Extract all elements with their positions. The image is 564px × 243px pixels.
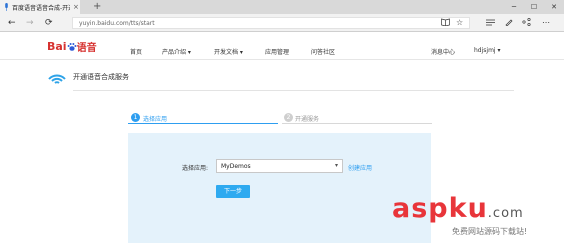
close-window-button[interactable]: ✕ (544, 0, 564, 14)
url-text: yuyin.baidu.com/tts/start (79, 20, 155, 27)
tab-close-icon[interactable]: × (73, 3, 79, 11)
step-2-label: 开通服务 (295, 116, 320, 123)
nav-home[interactable]: 首页 (130, 47, 142, 56)
share-icon[interactable] (522, 18, 531, 26)
reading-view-icon[interactable] (441, 18, 450, 26)
nav-docs[interactable]: 开发文档 ▾ (214, 47, 243, 56)
url-input[interactable]: yuyin.baidu.com/tts/start (72, 17, 470, 29)
favorite-star-icon[interactable]: ☆ (456, 17, 463, 29)
browser-tab-strip: 百度语音语音合成-开通 × + ─ ☐ ✕ (0, 0, 564, 14)
browser-tab[interactable]: 百度语音语音合成-开通 × (0, 0, 80, 14)
next-step-button[interactable]: 下一步 (216, 185, 250, 198)
refresh-button[interactable]: ⟳ (45, 17, 53, 29)
wifi-signal-icon (48, 74, 66, 84)
new-tab-button[interactable]: + (93, 1, 101, 12)
app-select-dropdown[interactable]: MyDemos ▾ (216, 159, 343, 173)
nav-community[interactable]: 问答社区 (311, 47, 335, 56)
step-1-number: 1 (131, 113, 140, 122)
step-2-number: 2 (284, 113, 293, 122)
aspku-watermark: aspku.com (392, 194, 524, 229)
tab-title: 百度语音语音合成-开通 (12, 4, 70, 12)
watermark-dotcom: .com (487, 206, 524, 221)
window-controls: ─ ☐ ✕ (504, 0, 564, 14)
nav-products[interactable]: 产品介绍 ▾ (162, 47, 191, 56)
logo-voice-text: 语音 (76, 43, 97, 54)
notes-icon[interactable] (505, 18, 513, 26)
logo-bai-text: Bai (47, 40, 67, 53)
page-title: 开通语音合成服务 (73, 73, 129, 81)
paw-icon (67, 42, 76, 51)
forward-button[interactable]: → (26, 17, 34, 29)
back-button[interactable]: ← (8, 17, 16, 29)
site-header: Bai 语音 首页 产品介绍 ▾ 开发文档 ▾ 应用管理 问答社区 消息中心 h… (0, 32, 564, 60)
chevron-down-icon: ▾ (334, 162, 338, 169)
hub-icon[interactable] (486, 19, 495, 26)
baidu-voice-logo[interactable]: Bai 语音 (47, 39, 97, 54)
microphone-icon (5, 3, 8, 11)
address-bar: ← → ⟳ yuyin.baidu.com/tts/start ☆ ⋯ (0, 14, 564, 32)
watermark-subtitle: 免费网站源码下载站! (452, 227, 528, 236)
step-2-progress-bar (282, 123, 432, 124)
title-divider (73, 90, 514, 91)
step-1-progress-bar (128, 123, 278, 124)
watermark-main: aspku (392, 193, 488, 224)
maximize-button[interactable]: ☐ (524, 0, 544, 14)
selected-app-value: MyDemos (221, 163, 251, 170)
minimize-button[interactable]: ─ (504, 0, 524, 14)
step-1-label: 选择应用 (143, 116, 168, 123)
nav-app-management[interactable]: 应用管理 (265, 47, 289, 56)
message-center-link[interactable]: 消息中心 (431, 47, 455, 56)
select-app-panel (128, 133, 431, 243)
more-icon[interactable]: ⋯ (542, 17, 550, 29)
user-menu[interactable]: hdjsjmj ▾ (474, 47, 501, 54)
create-app-link[interactable]: 创建应用 (348, 163, 372, 172)
select-app-label: 选择应用: (182, 165, 209, 172)
